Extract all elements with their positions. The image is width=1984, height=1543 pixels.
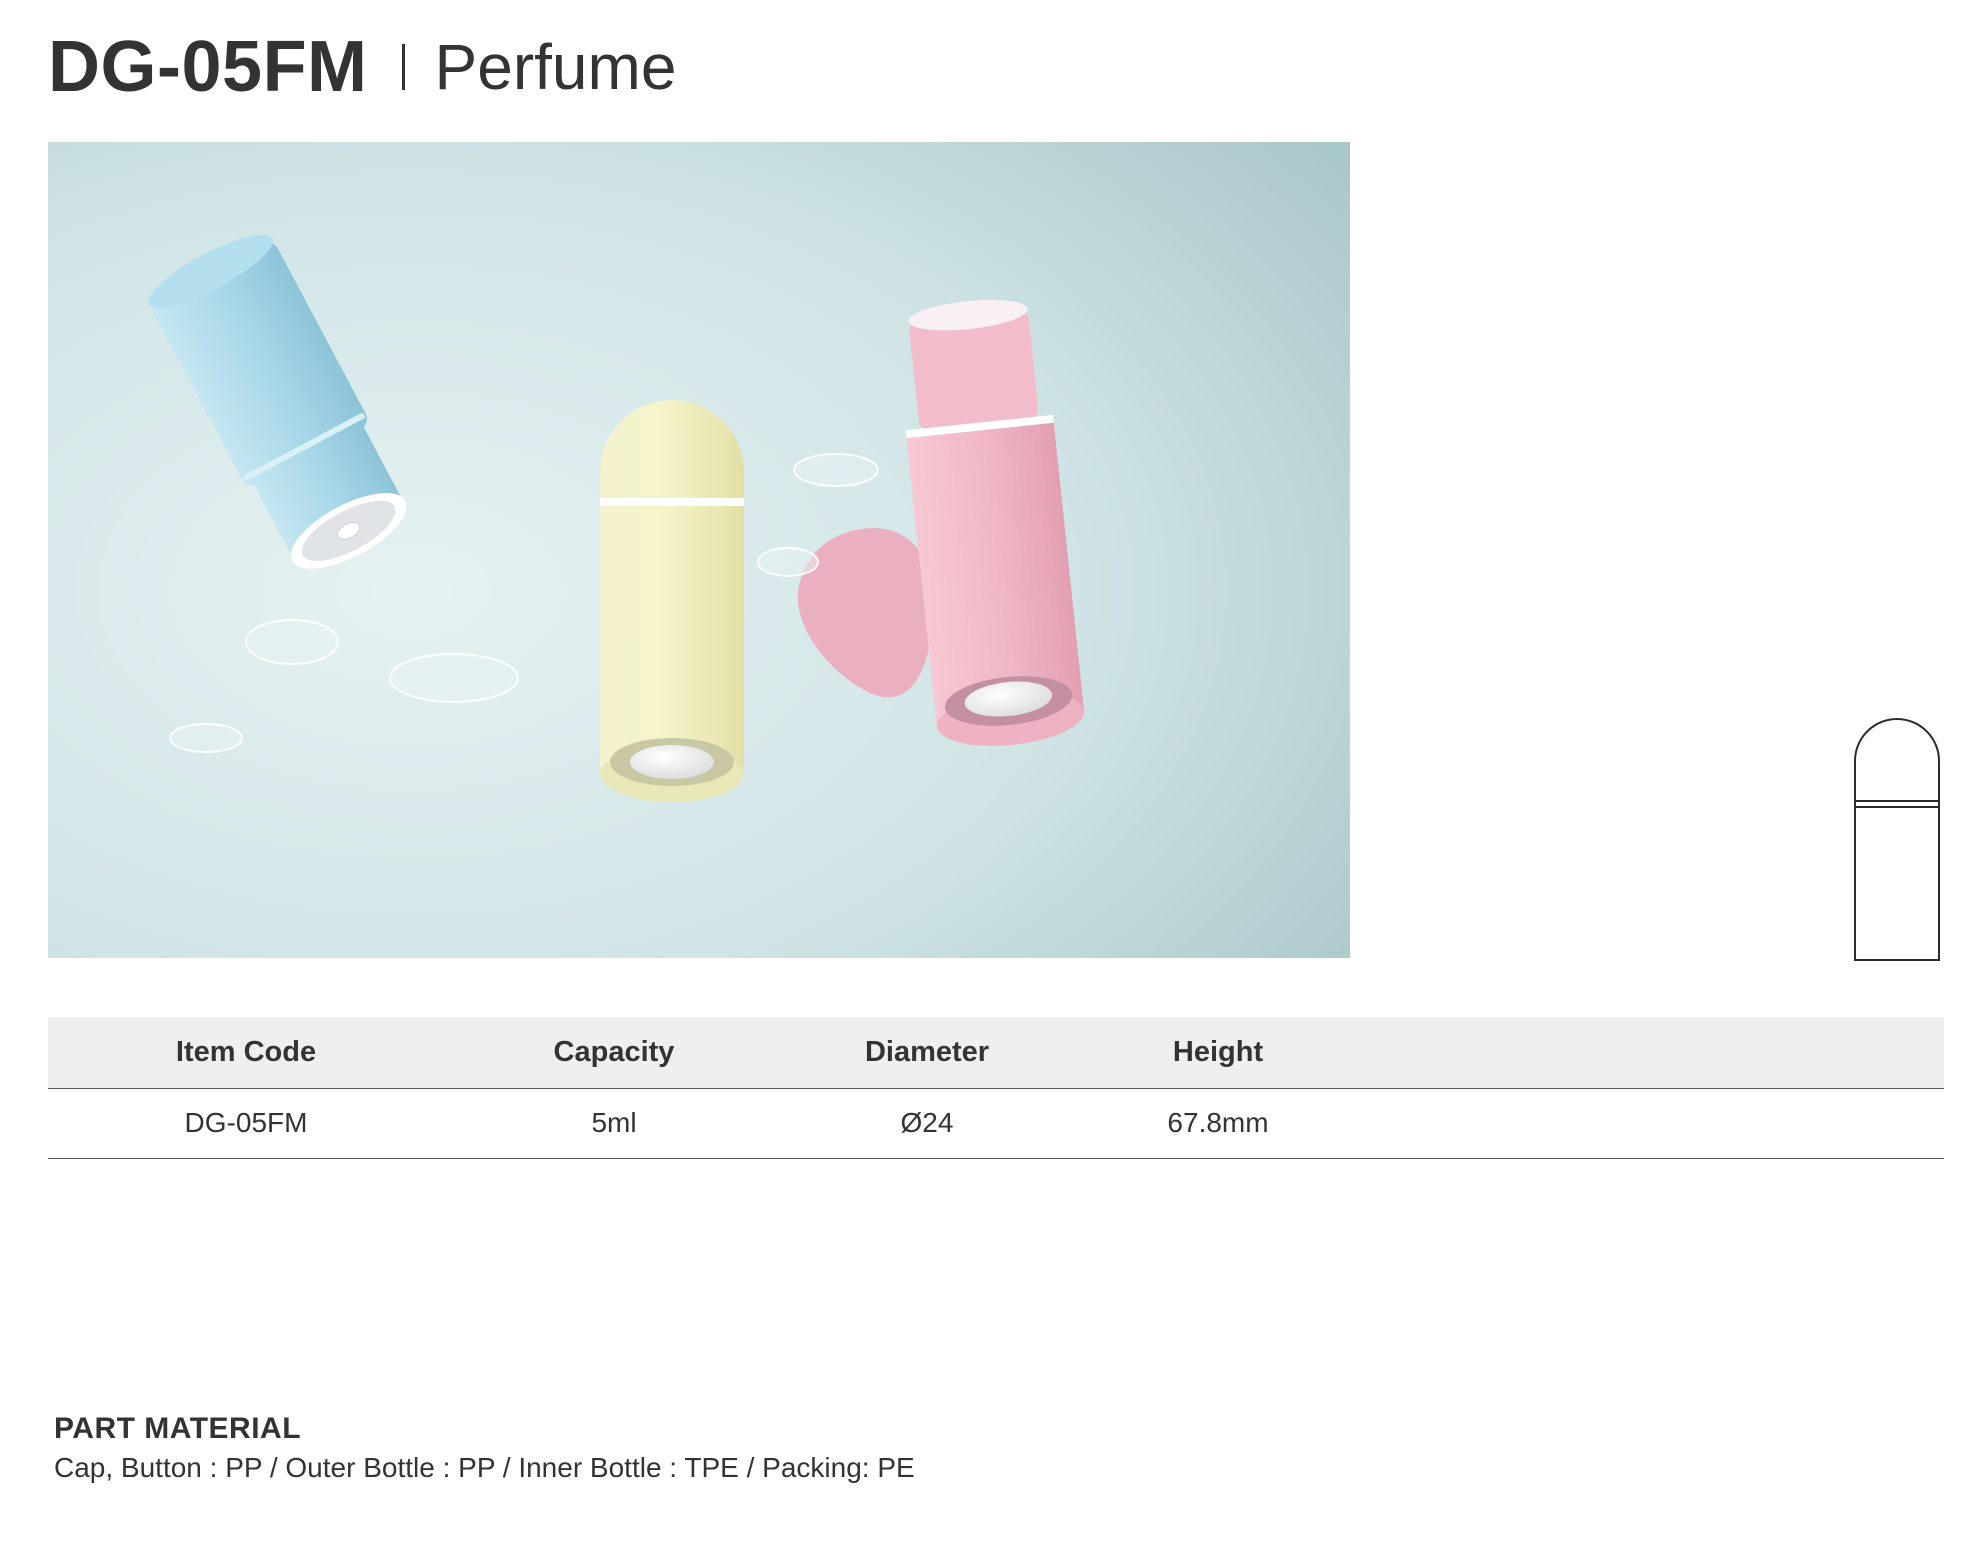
header-spacer bbox=[1366, 1017, 1944, 1089]
product-category: Perfume bbox=[434, 31, 677, 103]
header-diameter: Diameter bbox=[784, 1017, 1070, 1089]
spec-header-row: Item Code Capacity Diameter Height bbox=[48, 1017, 1944, 1089]
cell-height: 67.8mm bbox=[1070, 1088, 1366, 1159]
cell-spacer bbox=[1366, 1088, 1944, 1159]
header-item-code: Item Code bbox=[48, 1017, 444, 1089]
cell-capacity: 5ml bbox=[444, 1088, 784, 1159]
cell-diameter: Ø24 bbox=[784, 1088, 1070, 1159]
part-material-title: PART MATERIAL bbox=[54, 1412, 302, 1445]
header-height: Height bbox=[1070, 1017, 1366, 1089]
model-code: DG-05FM bbox=[48, 27, 368, 107]
table-row: DG-05FM 5ml Ø24 67.8mm bbox=[48, 1088, 1944, 1159]
page-header: DG-05FM Perfume bbox=[48, 22, 676, 112]
part-material-section: PART MATERIAL Cap, Button : PP / Outer B… bbox=[54, 1412, 915, 1484]
spec-table: Item Code Capacity Diameter Height DG-05… bbox=[48, 1017, 1944, 1159]
header-capacity: Capacity bbox=[444, 1017, 784, 1089]
title-divider bbox=[401, 44, 405, 90]
part-material-text: Cap, Button : PP / Outer Bottle : PP / I… bbox=[54, 1452, 915, 1483]
product-hero-image bbox=[48, 142, 1350, 958]
bottle-outline-drawing bbox=[1854, 718, 1940, 961]
cell-item-code: DG-05FM bbox=[48, 1088, 444, 1159]
yellow-bottle bbox=[600, 400, 744, 802]
